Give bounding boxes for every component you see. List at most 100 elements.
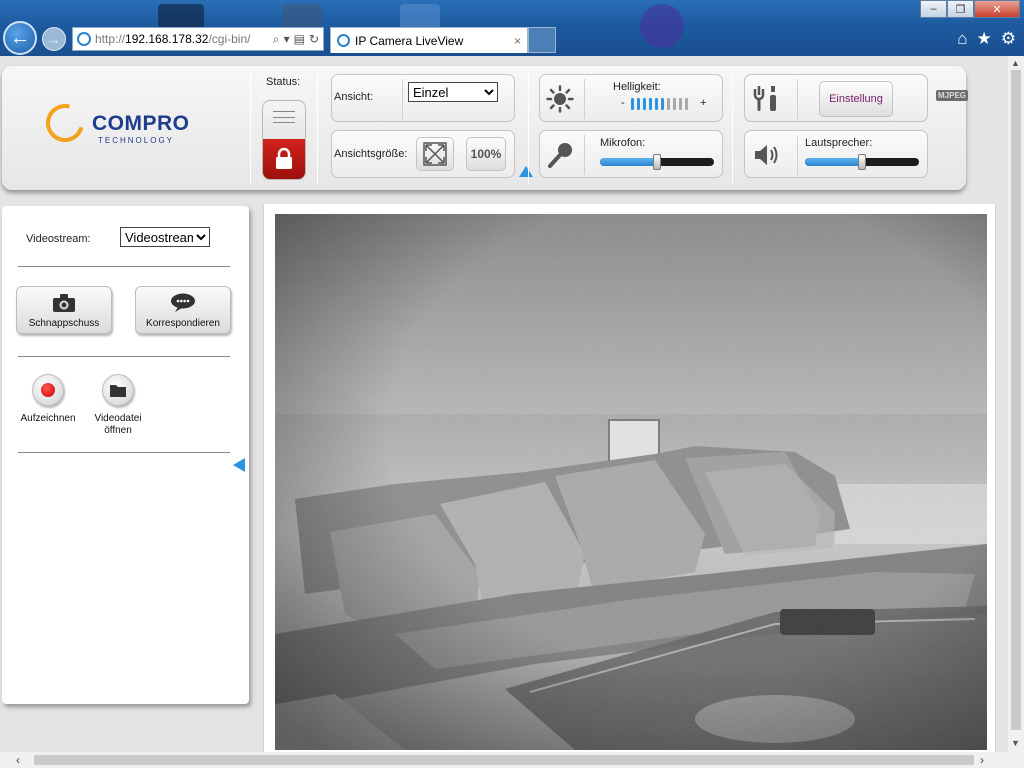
divider: [18, 452, 230, 453]
brightness-step[interactable]: [631, 98, 634, 110]
zoom-100-button[interactable]: 100%: [466, 137, 506, 171]
brightness-step[interactable]: [667, 98, 670, 110]
brightness-step[interactable]: [643, 98, 646, 110]
speaker-label: Lautsprecher:: [805, 137, 873, 149]
view-group: Ansicht: Einzel: [331, 74, 515, 122]
menu-lines-icon: [273, 111, 295, 123]
record-label: Aufzeichnen: [20, 413, 76, 424]
page-content: COMPRO TECHNOLOGY Status: Ansicht: Einze…: [0, 56, 1008, 752]
camera-feed[interactable]: [275, 214, 987, 750]
brightness-step[interactable]: [661, 98, 664, 110]
open-video-file-button[interactable]: [102, 374, 134, 406]
view-label: Ansicht:: [334, 91, 374, 103]
new-tab-button[interactable]: [528, 27, 556, 53]
view-select[interactable]: Einzel: [408, 82, 498, 102]
videostream-select[interactable]: Videostream: [120, 227, 210, 247]
brightness-plus[interactable]: +: [700, 97, 706, 109]
browser-toolbar: ⌂ ★ ⚙: [957, 29, 1016, 49]
url-scheme: http://: [95, 32, 126, 46]
microphone-slider-fill: [600, 158, 657, 166]
open-video-file-line2: öffnen: [104, 425, 132, 436]
tab-ip-camera-liveview[interactable]: IP Camera LiveView ×: [330, 27, 528, 53]
back-arrow-icon: ←: [10, 26, 30, 49]
tab-close-icon[interactable]: ×: [514, 34, 521, 48]
logo-subtitle: TECHNOLOGY: [98, 136, 175, 145]
view-size-label: Ansichtsgröße:: [334, 148, 408, 160]
speaker-icon: [755, 145, 778, 165]
brightness-slider[interactable]: [631, 98, 688, 110]
correspond-button[interactable]: Korrespondieren: [135, 286, 231, 334]
vertical-scroll-thumb[interactable]: [1011, 70, 1021, 730]
microphone-slider-knob[interactable]: [653, 154, 661, 170]
status-label: Status:: [266, 76, 301, 88]
window-controls: – ❐ ✕: [920, 0, 1020, 18]
brightness-step[interactable]: [637, 98, 640, 110]
scroll-up-icon[interactable]: ▲: [1011, 58, 1020, 68]
microphone-slider[interactable]: [600, 154, 714, 170]
refresh-icon[interactable]: ↻: [309, 32, 319, 47]
divider: [18, 356, 230, 357]
collapse-panel-arrow-icon[interactable]: [519, 166, 533, 177]
brightness-group: Helligkeit: - +: [539, 74, 723, 122]
speaker-slider-fill: [805, 158, 862, 166]
microphone-icon: [548, 143, 572, 168]
brightness-step[interactable]: [679, 98, 682, 110]
speaker-slider[interactable]: [805, 154, 919, 170]
compro-logo: COMPRO TECHNOLOGY: [39, 97, 206, 152]
url-host: 192.168.178.32: [125, 32, 209, 46]
divider: [317, 72, 318, 184]
speech-bubble-icon: [136, 293, 230, 318]
brightness-step[interactable]: [655, 98, 658, 110]
collapse-sidebar-arrow-icon[interactable]: [233, 458, 245, 472]
brightness-minus[interactable]: -: [621, 97, 625, 109]
control-panel: COMPRO TECHNOLOGY Status: Ansicht: Einze…: [2, 66, 969, 190]
tools-icon: [753, 86, 776, 111]
forward-arrow-icon: →: [47, 31, 61, 47]
compat-view-icon[interactable]: ▤: [294, 32, 305, 47]
speaker-slider-knob[interactable]: [858, 154, 866, 170]
microphone-label: Mikrofon:: [600, 137, 646, 149]
speaker-group: Lautsprecher:: [744, 130, 928, 178]
restore-button[interactable]: ❐: [947, 0, 974, 18]
tools-gear-icon[interactable]: ⚙: [1001, 29, 1016, 49]
browser-chrome: ← → http:// 192.168.178.32 /cgi-bin/ ⌕ ▾…: [0, 0, 1024, 56]
brightness-step[interactable]: [649, 98, 652, 110]
folder-icon: [110, 384, 126, 397]
record-button[interactable]: [32, 374, 64, 406]
snapshot-button[interactable]: Schnappschuss: [16, 286, 112, 334]
scroll-down-icon[interactable]: ▼: [1011, 738, 1020, 748]
sun-icon: [546, 85, 574, 113]
brightness-label: Helligkeit:: [613, 81, 661, 93]
microphone-group: Mikrofon:: [539, 130, 723, 178]
expand-arrows-icon: [423, 142, 447, 166]
divider: [18, 266, 230, 267]
fullscreen-button[interactable]: [416, 137, 454, 171]
divider: [528, 72, 529, 184]
videostream-label: Videostream:: [26, 233, 91, 245]
settings-button[interactable]: Einstellung: [819, 81, 893, 117]
dropdown-arrow-icon[interactable]: ▾: [284, 32, 290, 47]
back-button[interactable]: ←: [3, 21, 37, 55]
ie-logo-icon: [77, 32, 91, 46]
status-indicator[interactable]: [262, 100, 306, 180]
vertical-scrollbar[interactable]: ▲ ▼: [1008, 56, 1024, 752]
forward-button[interactable]: →: [42, 27, 66, 51]
favorites-star-icon[interactable]: ★: [977, 29, 992, 49]
horizontal-scrollbar[interactable]: ‹ ›: [0, 752, 1024, 768]
minimize-button[interactable]: –: [920, 0, 947, 18]
horizontal-scroll-thumb[interactable]: [34, 755, 974, 765]
address-bar[interactable]: http:// 192.168.178.32 /cgi-bin/ ⌕ ▾ ▤ ↻: [72, 27, 324, 51]
tab-ie-logo-icon: [337, 34, 350, 47]
search-icon[interactable]: ⌕: [273, 32, 280, 47]
open-video-file-label: Videodatei öffnen: [84, 413, 152, 437]
home-icon[interactable]: ⌂: [957, 29, 967, 49]
scroll-right-icon[interactable]: ›: [980, 753, 984, 767]
close-window-button[interactable]: ✕: [974, 0, 1020, 18]
brightness-step[interactable]: [685, 98, 688, 110]
snapshot-label: Schnappschuss: [28, 318, 100, 329]
sidebar: Videostream: Videostream Schnappschuss K…: [2, 206, 249, 704]
brightness-step[interactable]: [673, 98, 676, 110]
scroll-left-icon[interactable]: ‹: [16, 753, 20, 767]
url-path: /cgi-bin/: [208, 32, 251, 46]
tab-title: IP Camera LiveView: [355, 33, 464, 48]
